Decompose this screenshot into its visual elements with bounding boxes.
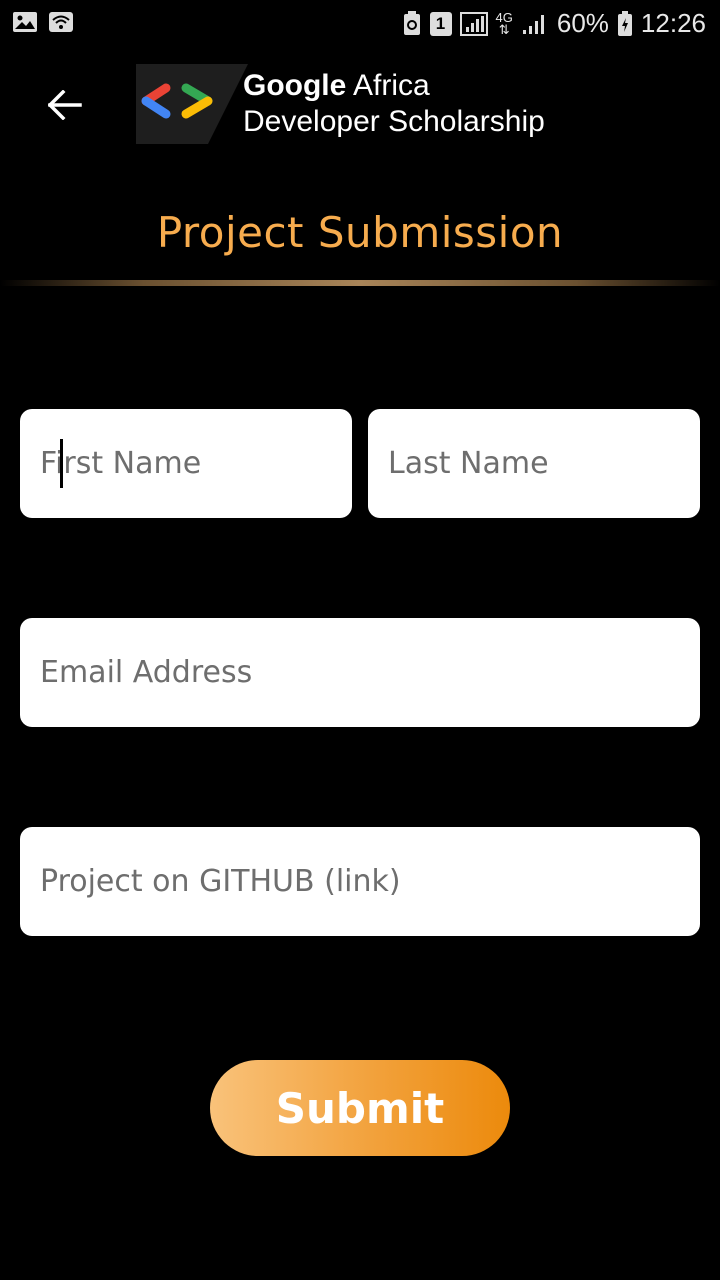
developers-logo-icon bbox=[136, 64, 248, 144]
data-arrows-icon: ⇅ bbox=[498, 21, 510, 37]
brand-line-1: Google Africa bbox=[243, 68, 545, 104]
github-field bbox=[20, 827, 700, 936]
github-link-input[interactable] bbox=[20, 827, 700, 936]
status-right: 1 4G ⇅ 60% 12:26 bbox=[402, 8, 706, 39]
signal-icon bbox=[459, 11, 488, 36]
sim-badge: 1 bbox=[429, 11, 452, 36]
brand-google: Google bbox=[243, 69, 347, 102]
wifi-icon bbox=[49, 12, 73, 32]
first-name-field bbox=[20, 409, 352, 518]
image-icon bbox=[13, 12, 37, 32]
brand-line-2: Developer Scholarship bbox=[243, 105, 545, 138]
last-name-input[interactable] bbox=[368, 409, 700, 518]
brand-africa: Africa bbox=[346, 69, 430, 102]
back-arrow-icon bbox=[48, 90, 82, 120]
signal-bars-icon bbox=[522, 14, 544, 34]
first-name-input[interactable] bbox=[20, 409, 352, 518]
back-button[interactable] bbox=[40, 80, 90, 130]
email-field bbox=[20, 618, 700, 727]
email-input[interactable] bbox=[20, 618, 700, 727]
status-left bbox=[12, 10, 74, 34]
clock: 12:26 bbox=[640, 8, 706, 38]
title-divider bbox=[0, 280, 720, 286]
last-name-field bbox=[368, 409, 700, 518]
battery-icon bbox=[617, 10, 632, 36]
battery-percent: 60% bbox=[556, 8, 609, 38]
sync-icon bbox=[403, 10, 420, 35]
text-cursor bbox=[60, 439, 63, 488]
submit-button[interactable]: Submit bbox=[210, 1060, 510, 1156]
status-bar: 1 4G ⇅ 60% 12:26 bbox=[0, 0, 720, 50]
brand-name: Google Africa Developer Scholarship bbox=[243, 68, 545, 140]
page-title: Project Submission bbox=[156, 208, 564, 257]
network-type: 4G ⇅ bbox=[496, 11, 513, 37]
